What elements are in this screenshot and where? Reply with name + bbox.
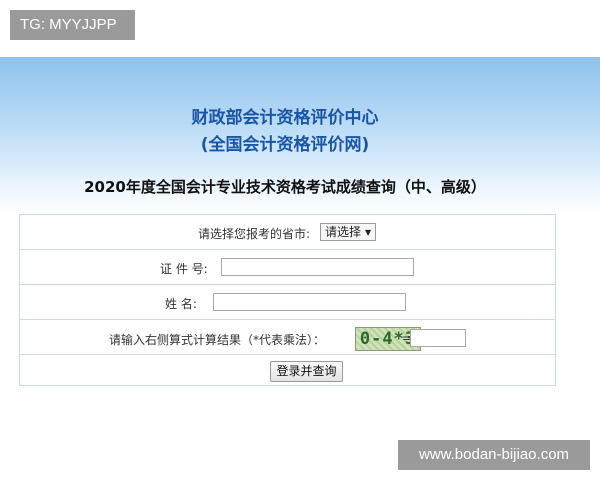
tg-watermark: TG: MYYJJPP bbox=[10, 10, 135, 40]
captcha-row: 请输入右侧算式计算结果（*代表乘法）： 0-4*3 = bbox=[20, 319, 555, 354]
org-title: 财政部会计资格评价中心 bbox=[191, 108, 379, 128]
org-subtitle: (全国会计资格评价网) bbox=[200, 135, 370, 155]
login-query-button[interactable]: 登录并查询 bbox=[270, 361, 343, 382]
captcha-answer-input[interactable] bbox=[410, 329, 466, 347]
province-select[interactable]: 请选择 ▼ bbox=[320, 223, 377, 241]
dropdown-arrow-icon: ▼ bbox=[365, 228, 372, 237]
id-number-input[interactable] bbox=[221, 258, 414, 276]
captcha-label: 请输入右侧算式计算结果（*代表乘法）： bbox=[109, 333, 326, 347]
url-watermark: www.bodan-bijiao.com bbox=[398, 440, 590, 470]
id-label: 证 件 号: bbox=[160, 262, 208, 276]
name-row: 姓 名: bbox=[20, 284, 555, 319]
page-title: 2020年度全国会计专业技术资格考试成绩查询（中、高级） bbox=[84, 178, 486, 196]
province-row: 请选择您报考的省市: 请选择 ▼ bbox=[20, 215, 555, 249]
province-select-value: 请选择 bbox=[325, 225, 362, 239]
query-form: 请选择您报考的省市: 请选择 ▼ 证 件 号: 姓 名: 请输入右侧算式计算结果（… bbox=[19, 214, 556, 386]
submit-row: 登录并查询 bbox=[20, 354, 555, 385]
name-label: 姓 名: bbox=[165, 297, 197, 311]
id-row: 证 件 号: bbox=[20, 249, 555, 284]
province-label: 请选择您报考的省市: bbox=[198, 227, 311, 241]
name-input[interactable] bbox=[213, 293, 406, 311]
